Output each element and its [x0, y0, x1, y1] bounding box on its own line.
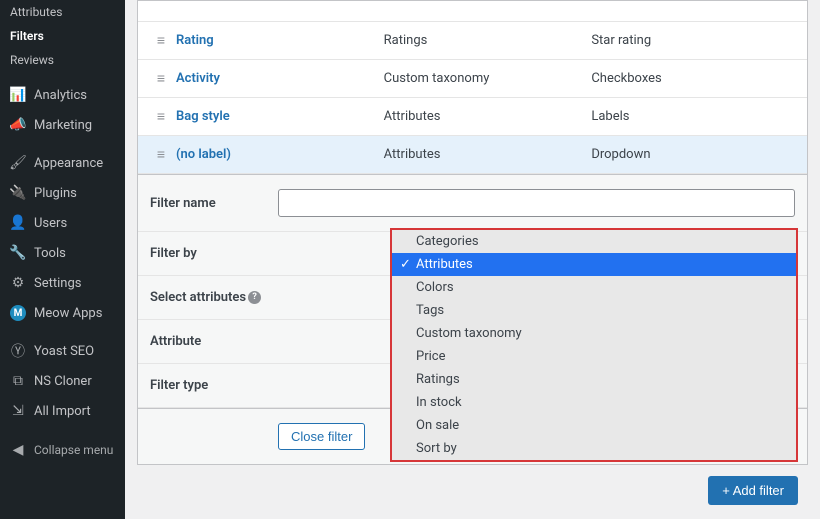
table-row[interactable]: ≡ Rating Ratings Star rating [138, 22, 807, 60]
collapse-icon: ◀ [10, 442, 26, 458]
filter-display: Checkboxes [591, 71, 799, 86]
sidebar-item-plugins[interactable]: 🔌 Plugins [0, 178, 125, 208]
help-icon[interactable]: ? [248, 291, 261, 304]
user-icon: 👤 [10, 215, 26, 231]
sidebar-item-label: Meow Apps [34, 306, 102, 321]
sidebar-item-users[interactable]: 👤 Users [0, 208, 125, 238]
dropdown-option[interactable]: Price [392, 345, 796, 368]
sidebar-item-label: Analytics [34, 88, 87, 103]
sidebar-item-label: Marketing [34, 118, 92, 133]
drag-icon[interactable]: ≡ [146, 146, 176, 163]
sidebar-sub-attributes[interactable]: Attributes [0, 0, 125, 24]
sidebar-item-yoast[interactable]: Ⓨ Yoast SEO [0, 336, 125, 366]
dropdown-option[interactable]: Ratings [392, 368, 796, 391]
main-content: ≡ Rating Ratings Star rating ≡ Activity … [125, 0, 820, 519]
collapse-label: Collapse menu [34, 443, 113, 457]
filter-type-label: Filter type [150, 378, 278, 393]
filter-display: Star rating [591, 33, 799, 48]
collapse-menu[interactable]: ◀ Collapse menu [0, 434, 125, 466]
sidebar-item-label: Settings [34, 276, 81, 291]
close-filter-button[interactable]: Close filter [278, 423, 365, 450]
sidebar-item-label: NS Cloner [34, 374, 92, 389]
megaphone-icon: 📣 [10, 117, 26, 133]
attribute-label: Attribute [150, 334, 278, 349]
filter-source: Attributes [384, 109, 592, 124]
clone-icon: ⧉ [10, 373, 26, 389]
filter-name-link[interactable]: Bag style [176, 109, 384, 124]
admin-sidebar: Attributes Filters Reviews 📊 Analytics 📣 M… [0, 0, 125, 519]
brush-icon: 🖌 [10, 155, 26, 171]
sidebar-item-marketing[interactable]: 📣 Marketing [0, 110, 125, 140]
filter-name-link[interactable]: Rating [176, 33, 384, 48]
sidebar-sub-filters[interactable]: Filters [0, 24, 125, 48]
sidebar-sub-reviews[interactable]: Reviews [0, 48, 125, 72]
dropdown-option[interactable]: Attributes [392, 253, 796, 276]
chart-icon: 📊 [10, 87, 26, 103]
sidebar-item-label: All Import [34, 404, 91, 419]
sidebar-item-label: Plugins [34, 186, 77, 201]
dropdown-option[interactable]: Tags [392, 299, 796, 322]
yoast-icon: Ⓨ [10, 343, 26, 359]
sidebar-item-label: Appearance [34, 156, 103, 171]
sidebar-item-label: Yoast SEO [34, 344, 94, 359]
filter-display: Labels [591, 109, 799, 124]
form-row-name: Filter name [138, 175, 807, 232]
add-filter-button[interactable]: + Add filter [708, 476, 798, 505]
filter-name-link[interactable]: (no label) [176, 147, 384, 162]
select-attr-label: Select attributes? [150, 290, 278, 305]
wrench-icon: 🔧 [10, 245, 26, 261]
sliders-icon: ⚙ [10, 275, 26, 291]
table-row[interactable]: ≡ Bag style Attributes Labels [138, 98, 807, 136]
table-row[interactable]: ≡ (no label) Attributes Dropdown [138, 136, 807, 174]
table-head-gap [138, 1, 807, 22]
sidebar-item-allimport[interactable]: ⇲ All Import [0, 396, 125, 426]
sidebar-item-label: Tools [34, 246, 66, 261]
table-row[interactable]: ≡ Activity Custom taxonomy Checkboxes [138, 60, 807, 98]
sidebar-item-tools[interactable]: 🔧 Tools [0, 238, 125, 268]
filter-by-label: Filter by [150, 246, 278, 261]
filter-source: Ratings [384, 33, 592, 48]
filter-name-input[interactable] [278, 189, 795, 217]
meow-icon: M [10, 305, 26, 321]
dropdown-option[interactable]: Colors [392, 276, 796, 299]
import-icon: ⇲ [10, 403, 26, 419]
drag-icon[interactable]: ≡ [146, 108, 176, 125]
filter-display: Dropdown [591, 147, 799, 162]
drag-icon[interactable]: ≡ [146, 70, 176, 87]
plug-icon: 🔌 [10, 185, 26, 201]
filter-source: Attributes [384, 147, 592, 162]
dropdown-option[interactable]: On sale [392, 414, 796, 437]
sidebar-item-settings[interactable]: ⚙ Settings [0, 268, 125, 298]
dropdown-option[interactable]: In stock [392, 391, 796, 414]
dropdown-option[interactable]: Categories [392, 230, 796, 253]
sidebar-item-analytics[interactable]: 📊 Analytics [0, 80, 125, 110]
filter-by-dropdown[interactable]: Categories Attributes Colors Tags Custom… [390, 228, 798, 462]
dropdown-option[interactable]: Sort by [392, 437, 796, 460]
filter-source: Custom taxonomy [384, 71, 592, 86]
sidebar-item-meow[interactable]: M Meow Apps [0, 298, 125, 328]
filters-table: ≡ Rating Ratings Star rating ≡ Activity … [137, 0, 808, 175]
sidebar-item-label: Users [34, 216, 67, 231]
sidebar-item-nscloner[interactable]: ⧉ NS Cloner [0, 366, 125, 396]
filter-name-label: Filter name [150, 196, 278, 211]
drag-icon[interactable]: ≡ [146, 32, 176, 49]
filter-name-link[interactable]: Activity [176, 71, 384, 86]
sidebar-item-appearance[interactable]: 🖌 Appearance [0, 148, 125, 178]
dropdown-option[interactable]: Custom taxonomy [392, 322, 796, 345]
